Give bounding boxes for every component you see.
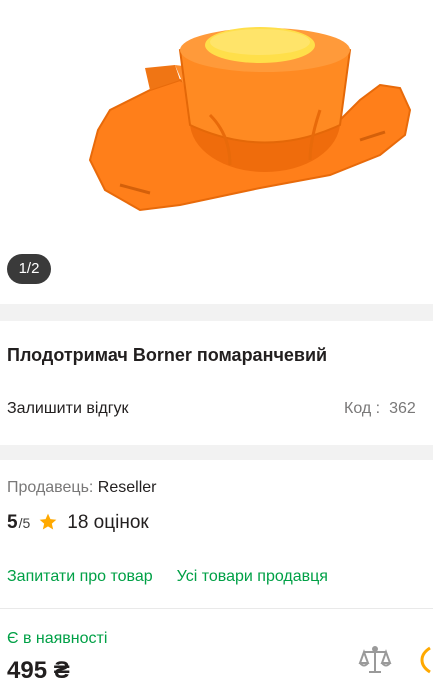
product-title: Плодотримач Borner помаранчевий [7, 345, 328, 365]
seller-row: Продавець: Reseller [7, 479, 156, 497]
stock-status: Є в наявності [7, 630, 108, 647]
seller-card: Продавець: Reseller 5/5 18 оцінок Запита… [0, 460, 433, 699]
rating-value: 5 [7, 512, 18, 533]
product-code-label: Код : [344, 400, 381, 417]
product-code: Код : 362 [344, 400, 416, 418]
product-gallery[interactable]: 1/2 [0, 0, 433, 304]
all-seller-products-link[interactable]: Усі товари продавця [177, 568, 328, 585]
rating-max: /5 [18, 515, 31, 531]
seller-links: Запитати про товар Усі товари продавця [7, 568, 328, 586]
product-code-value: 362 [389, 400, 416, 417]
price: 495 ₴ [7, 657, 70, 684]
divider [0, 608, 433, 609]
scales-compare-icon[interactable] [358, 643, 392, 677]
seller-label: Продавець: [7, 479, 94, 496]
ask-question-link[interactable]: Запитати про товар [7, 568, 153, 585]
partial-icon[interactable] [420, 645, 433, 675]
product-info-card: Плодотримач Borner помаранчевий Залишити… [0, 321, 433, 445]
reviews-count: 18 оцінок [67, 512, 149, 533]
star-icon [39, 513, 57, 529]
gallery-counter: 1/2 [7, 254, 51, 284]
product-image[interactable] [80, 10, 420, 220]
seller-name[interactable]: Reseller [98, 479, 157, 496]
seller-rating[interactable]: 5/5 18 оцінок [7, 512, 149, 534]
leave-review-link[interactable]: Залишити відгук [7, 400, 129, 418]
